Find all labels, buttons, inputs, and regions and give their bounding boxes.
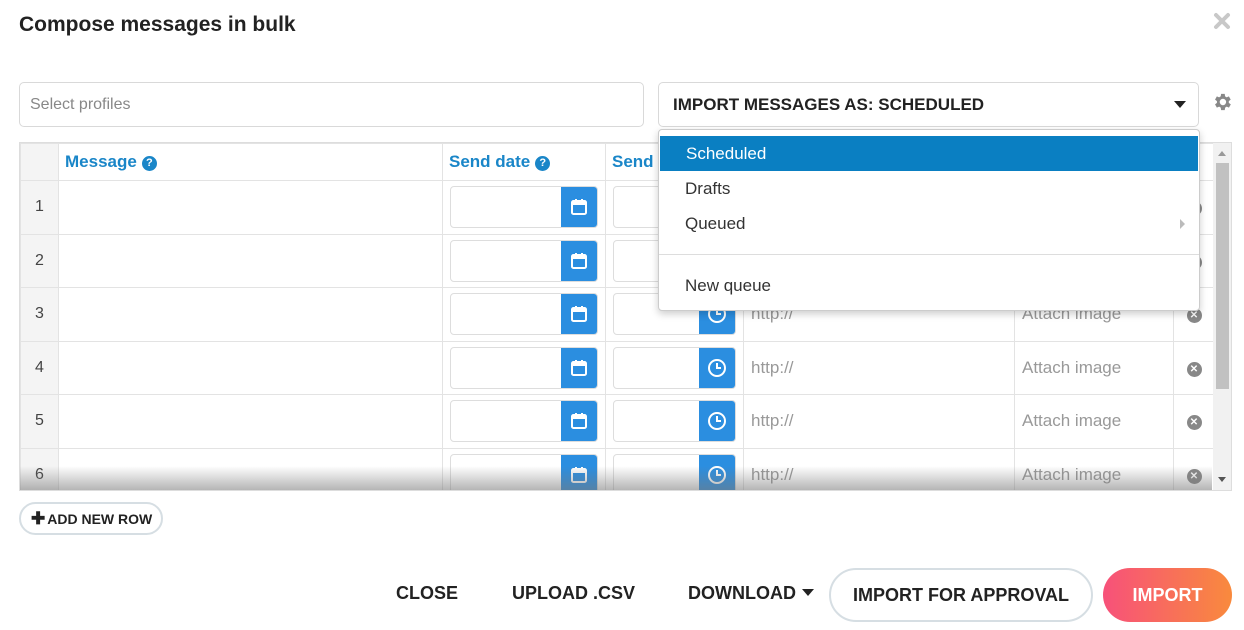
- menu-item-queued-label: Queued: [685, 214, 746, 233]
- send-time-cell: [605, 394, 744, 449]
- send-date-cell: [442, 233, 606, 288]
- delete-row-icon[interactable]: ✕: [1186, 468, 1202, 484]
- link-cell[interactable]: http://: [743, 447, 1015, 490]
- close-button[interactable]: CLOSE: [396, 583, 458, 604]
- import-type-menu: Scheduled Drafts Queued New queue: [658, 129, 1200, 311]
- row-number: 5: [20, 394, 59, 449]
- send-date-column-header[interactable]: Send date?: [442, 143, 606, 181]
- download-label: DOWNLOAD: [688, 583, 796, 603]
- send-date-input[interactable]: [450, 186, 598, 229]
- attach-image-cell[interactable]: Attach image: [1014, 394, 1174, 449]
- import-for-approval-button[interactable]: IMPORT FOR APPROVAL: [829, 568, 1093, 622]
- send-date-cell: [442, 287, 606, 342]
- menu-divider: [659, 254, 1199, 255]
- calendar-icon[interactable]: [561, 347, 597, 388]
- scroll-thumb[interactable]: [1216, 163, 1229, 389]
- table-row: 5 http://Attach image ✕: [20, 394, 1215, 449]
- link-cell[interactable]: http://: [743, 340, 1015, 395]
- scroll-up-icon[interactable]: [1218, 151, 1226, 156]
- select-profiles-input[interactable]: [19, 82, 644, 127]
- row-number-header: [20, 143, 59, 181]
- caret-down-icon: [801, 589, 814, 596]
- table-row: 4 http://Attach image ✕: [20, 340, 1215, 395]
- delete-row-icon[interactable]: ✕: [1186, 361, 1202, 377]
- row-number: 1: [20, 180, 59, 235]
- clock-icon[interactable]: [699, 454, 735, 490]
- caret-down-icon: [1174, 101, 1186, 108]
- calendar-icon[interactable]: [561, 454, 597, 490]
- download-button[interactable]: DOWNLOAD: [688, 583, 814, 604]
- delete-row-icon[interactable]: ✕: [1186, 415, 1202, 431]
- row-number: 2: [20, 233, 59, 288]
- delete-row-cell: ✕: [1173, 394, 1215, 449]
- calendar-icon[interactable]: [561, 294, 597, 335]
- send-time-input[interactable]: [613, 400, 736, 443]
- close-icon[interactable]: [1211, 10, 1233, 32]
- row-number: 6: [20, 447, 59, 490]
- send-time-input[interactable]: [613, 346, 736, 389]
- link-cell[interactable]: http://: [743, 394, 1015, 449]
- help-icon[interactable]: ?: [535, 156, 551, 171]
- send-date-input[interactable]: [450, 400, 598, 443]
- import-type-select[interactable]: IMPORT MESSAGES AS: SCHEDULED: [658, 82, 1199, 127]
- send-time-cell: [605, 340, 744, 395]
- table-row: 6 http://Attach image ✕: [20, 447, 1215, 490]
- message-cell[interactable]: [58, 340, 443, 395]
- send-date-input[interactable]: [450, 453, 598, 490]
- calendar-icon[interactable]: [561, 187, 597, 228]
- plus-icon: ✚: [31, 509, 46, 528]
- send-date-cell: [442, 447, 606, 490]
- calendar-icon[interactable]: [561, 401, 597, 442]
- send-date-input[interactable]: [450, 293, 598, 336]
- clock-icon[interactable]: [699, 401, 735, 442]
- dialog-title: Compose messages in bulk: [19, 13, 296, 36]
- attach-image-cell[interactable]: Attach image: [1014, 447, 1174, 490]
- message-cell[interactable]: [58, 394, 443, 449]
- send-time-cell: [605, 447, 744, 490]
- delete-row-cell: ✕: [1173, 340, 1215, 395]
- menu-item-queued[interactable]: Queued: [659, 206, 1199, 241]
- calendar-icon[interactable]: [561, 240, 597, 281]
- row-number: 3: [20, 287, 59, 342]
- send-date-input[interactable]: [450, 239, 598, 282]
- add-new-row-button[interactable]: ✚ ADD NEW ROW: [19, 502, 163, 535]
- attach-image-cell[interactable]: Attach image: [1014, 340, 1174, 395]
- send-date-input[interactable]: [450, 346, 598, 389]
- message-cell[interactable]: [58, 447, 443, 490]
- submenu-arrow-icon: [1180, 219, 1185, 229]
- menu-item-drafts[interactable]: Drafts: [659, 171, 1199, 206]
- gear-icon[interactable]: [1211, 91, 1233, 113]
- menu-item-new-queue[interactable]: New queue: [659, 268, 1199, 303]
- menu-item-scheduled[interactable]: Scheduled: [660, 136, 1198, 171]
- clock-icon[interactable]: [699, 347, 735, 388]
- import-type-label: IMPORT MESSAGES AS: SCHEDULED: [673, 95, 985, 114]
- message-cell[interactable]: [58, 287, 443, 342]
- message-column-header[interactable]: Message?: [58, 143, 443, 181]
- send-date-cell: [442, 340, 606, 395]
- scroll-down-icon[interactable]: [1218, 477, 1226, 482]
- add-new-row-label: ADD NEW ROW: [47, 511, 153, 527]
- grid-scrollbar[interactable]: [1213, 143, 1231, 490]
- help-icon[interactable]: ?: [141, 156, 157, 171]
- import-button[interactable]: IMPORT: [1103, 568, 1232, 622]
- message-cell[interactable]: [58, 180, 443, 235]
- send-date-cell: [442, 394, 606, 449]
- upload-csv-button[interactable]: UPLOAD .CSV: [512, 583, 635, 604]
- send-time-input[interactable]: [613, 453, 736, 490]
- row-number: 4: [20, 340, 59, 395]
- message-cell[interactable]: [58, 233, 443, 288]
- delete-row-cell: ✕: [1173, 447, 1215, 490]
- send-date-cell: [442, 180, 606, 235]
